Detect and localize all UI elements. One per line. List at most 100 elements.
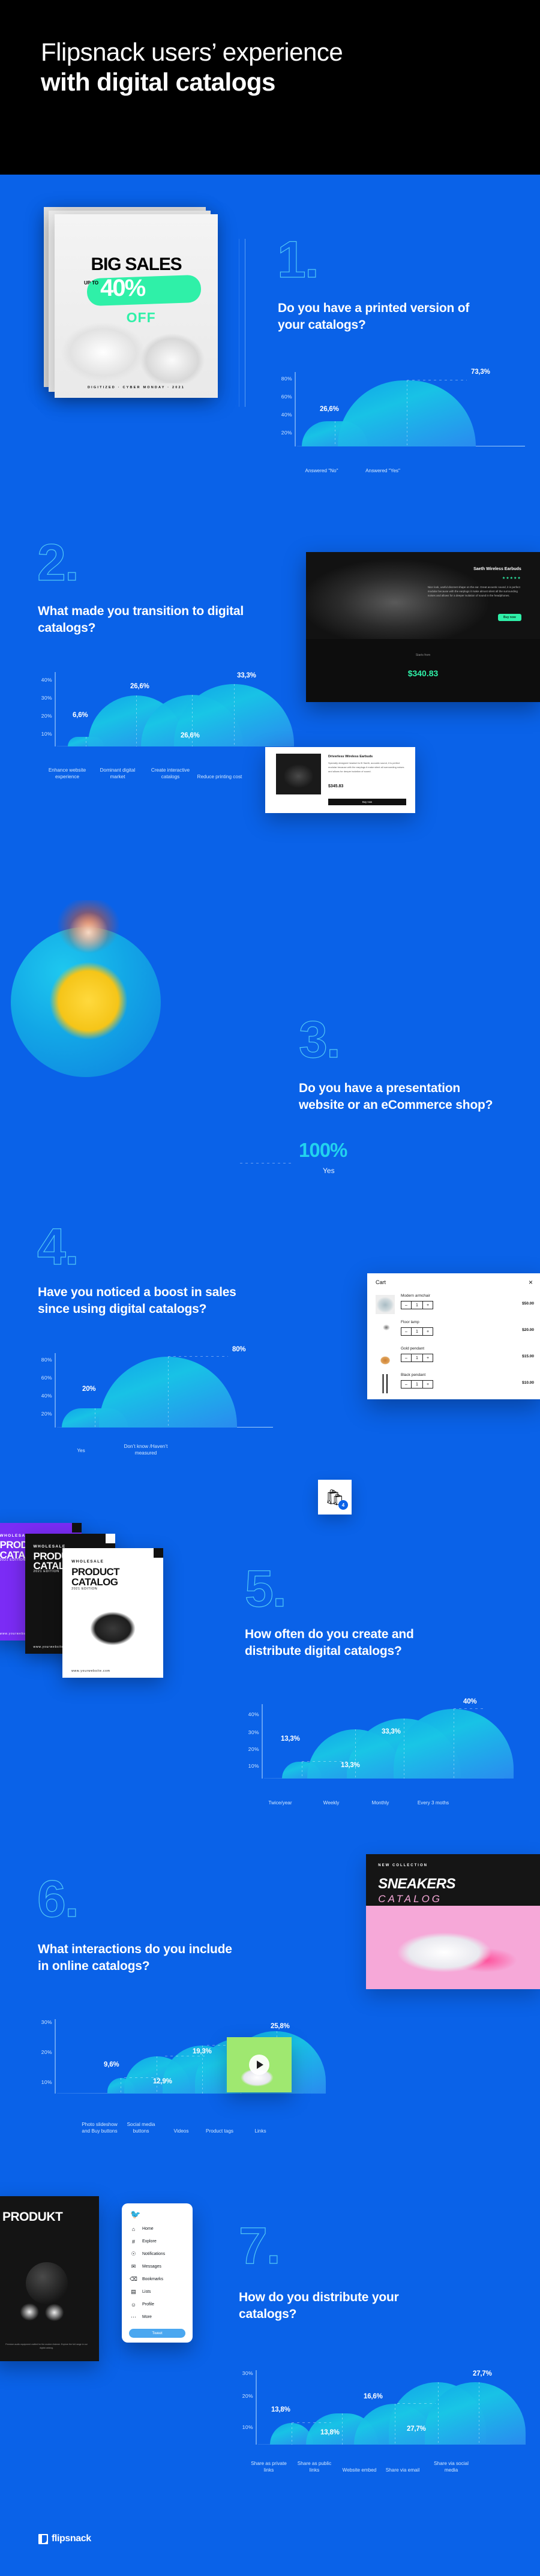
chart-2-xlabel-2: Create interactive catalogs — [151, 767, 190, 779]
quantity-stepper[interactable]: – 1 + — [401, 1354, 433, 1362]
quantity-value: 1 — [411, 1328, 423, 1335]
chart-1-xlabel-0: Answered "No" — [305, 467, 338, 473]
section-4-question: Have you noticed a boost in sales since … — [38, 1285, 236, 1316]
chart-4-plot: 20% 80% — [57, 1338, 273, 1428]
nav-item-notifications[interactable]: ☉ Notifications — [130, 2249, 187, 2259]
chart-2-gridline-3 — [234, 684, 235, 746]
chart-2-ytick-3: 40% — [41, 677, 52, 683]
chart-6-xlabel-0: Photo slideshow and Buy buttons — [82, 2121, 118, 2134]
chart-5-xlabel-2: Monthly — [371, 1800, 389, 1806]
chart-2-ytick-0: 10% — [41, 731, 52, 737]
nav-item-more[interactable]: ⋯ More — [130, 2312, 187, 2322]
cart-item-price: $10.00 — [522, 1381, 534, 1385]
nav-item-messages[interactable]: ✉ Messages — [130, 2262, 187, 2272]
chart-2-xlabel-3: Reduce printing cost — [197, 773, 242, 779]
nav-item-profile[interactable]: ☺ Profile — [130, 2299, 187, 2310]
quantity-stepper[interactable]: – 1 + — [401, 1380, 433, 1389]
nav-item-explore[interactable]: # Explore — [130, 2236, 187, 2247]
chart-6-value-4: 25,8% — [271, 2023, 290, 2030]
chart-1-ytick-1: 40% — [281, 412, 292, 418]
chart-6-xlabel-3: Product tags — [206, 2128, 233, 2134]
video-interaction-card[interactable] — [227, 2037, 292, 2092]
flipsnack-logo[interactable]: flipsnack — [38, 2533, 91, 2544]
person-photo — [24, 900, 153, 1080]
catalog-corner-tab — [106, 1534, 115, 1543]
chart-4-y-axis — [55, 1353, 56, 1428]
chart-5-gridline-1 — [355, 1729, 356, 1779]
cart-header: Cart × — [367, 1273, 540, 1291]
chart-6-xlabel-1: Social media buttons — [127, 2121, 155, 2134]
chart-7-value-2: 16,6% — [364, 2393, 383, 2400]
headphone-buy-button[interactable]: Buy now — [497, 613, 521, 621]
catalog-corner-tab — [154, 1548, 163, 1558]
chart-7-gridline-3 — [438, 2382, 439, 2445]
bookmark-icon: ⌫ — [130, 2276, 137, 2282]
nav-item-lists[interactable]: ▤ Lists — [130, 2287, 187, 2297]
chart-1: 80% 60% 40% 20% 26,6% 73,3% Answered "No… — [273, 368, 525, 473]
chart-7-ytick-2: 30% — [242, 2370, 253, 2376]
decrement-button[interactable]: – — [401, 1381, 411, 1388]
chart-2: 40% 30% 20% 10% 6,6% 26,6% 26,6% 33,3% E… — [33, 672, 294, 779]
increment-button[interactable]: + — [423, 1328, 433, 1335]
section-2-number-text: 2. — [37, 534, 79, 592]
close-icon[interactable]: × — [529, 1279, 533, 1286]
popup-buy-button[interactable]: Buy now — [328, 798, 406, 805]
chart-6-ytick-0: 10% — [41, 2079, 52, 2085]
chart-5-ytick-2: 30% — [248, 1729, 259, 1735]
chart-1-value-0: 26,6% — [320, 406, 339, 413]
catalog-corner-tab — [72, 1523, 82, 1533]
decrement-button[interactable]: – — [401, 1302, 411, 1309]
chart-1-ytick-3: 80% — [281, 376, 292, 382]
chart-6-value-1: 12,9% — [153, 2078, 172, 2085]
sneakers-title: SNEAKERS — [378, 1876, 455, 1892]
chart-2-value-3: 33,3% — [237, 672, 256, 679]
cart-count-badge: 4 — [338, 1500, 348, 1510]
cart-item-row: Black pendant – 1 + $10.00 — [376, 1373, 534, 1398]
cart-item-row: Gold pendant – 1 + $15.00 — [376, 1347, 534, 1372]
section-7-question: How do you distribute your catalogs? — [239, 2290, 399, 2321]
nav-item-bookmarks[interactable]: ⌫ Bookmarks — [130, 2274, 187, 2284]
quantity-stepper[interactable]: – 1 + — [401, 1327, 433, 1336]
section-1-number-text: 1. — [277, 231, 319, 289]
chart-7-y-axis — [256, 2370, 257, 2445]
increment-button[interactable]: + — [423, 1381, 433, 1388]
chart-1-ytick-2: 60% — [281, 394, 292, 400]
quantity-stepper[interactable]: – 1 + — [401, 1301, 433, 1309]
section-4-number: 4. — [37, 1220, 79, 1273]
earbuds-photo — [61, 306, 212, 383]
flipsnack-brand-name: flipsnack — [52, 2533, 91, 2544]
header-band: Flipsnack users’ experience with digital… — [0, 0, 540, 175]
chart-4-value-1: 80% — [232, 1346, 246, 1353]
chart-6-ytick-1: 20% — [41, 2049, 52, 2055]
chart-4-ytick-2: 60% — [41, 1375, 52, 1381]
chart-5-value-1: 13,3% — [341, 1762, 360, 1769]
chart-2-xlabel-0: Enhance website experience — [48, 767, 86, 779]
list-icon: ▤ — [131, 2289, 136, 2295]
nav-item-label: Messages — [142, 2265, 161, 2269]
play-icon[interactable] — [249, 2055, 269, 2075]
headphone-product-name: Saeth Wireless Earbuds — [473, 567, 521, 571]
decrement-button[interactable]: – — [401, 1354, 411, 1362]
chart-5-y-axis — [262, 1704, 263, 1779]
nav-item-label: Profile — [142, 2302, 154, 2307]
shopping-bag-button[interactable]: 🛍 4 — [318, 1480, 352, 1515]
nav-item-home[interactable]: ⌂ Home — [130, 2224, 187, 2234]
section-6-number-text: 6. — [37, 1870, 79, 1928]
chart-6-value-0: 9,6% — [104, 2061, 119, 2068]
increment-button[interactable]: + — [423, 1354, 433, 1362]
cart-item-row: Modern armchair – 1 + $50.00 — [376, 1294, 534, 1319]
decrement-button[interactable]: – — [401, 1328, 411, 1335]
section-7-number: 7. — [238, 2220, 281, 2272]
chart-4-xlabel-0: Yes — [77, 1447, 85, 1453]
chart-7-value-0: 13,8% — [271, 2406, 290, 2413]
produkt-title: PRODUKT — [2, 2209, 63, 2224]
sneakers-catalog-poster: NEW COLLECTION SNEAKERS CATALOG — [366, 1854, 540, 1989]
chart-5-plot: 13,3% 13,3% 33,3% 40% — [264, 1689, 514, 1779]
tweet-button[interactable]: Tweet — [129, 2329, 185, 2338]
popup-product-copy: Specially designed headset to fit Saeth,… — [328, 761, 404, 773]
chart-1-y-axis — [295, 372, 296, 446]
increment-button[interactable]: + — [423, 1302, 433, 1309]
cart-item-row: Floor lamp – 1 + $20.00 — [376, 1320, 534, 1345]
sneaker-photo — [380, 1914, 526, 1978]
popup-product-price: $345.83 — [328, 784, 344, 788]
